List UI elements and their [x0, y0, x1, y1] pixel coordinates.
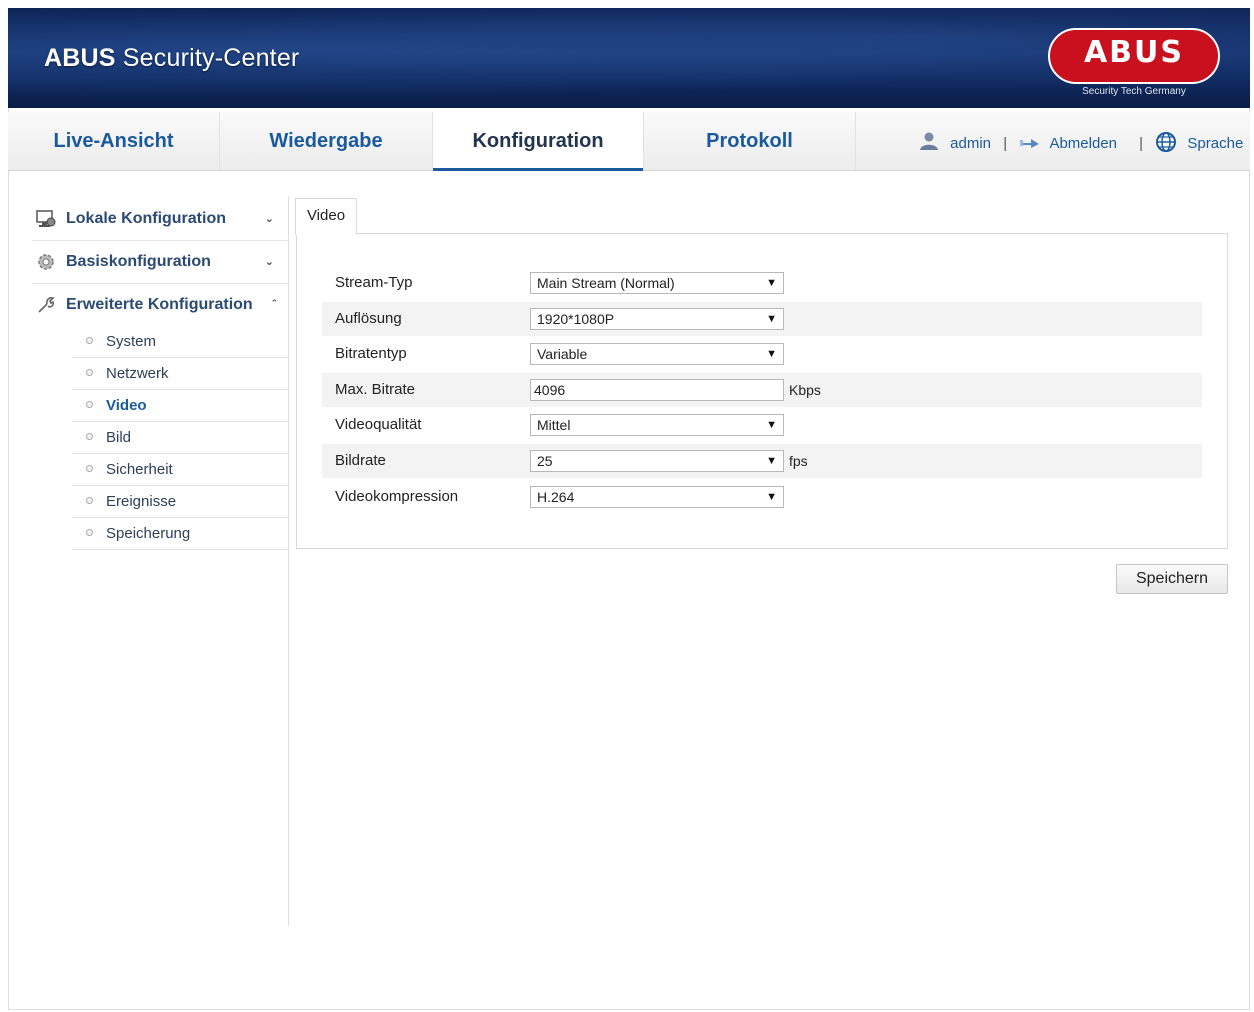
select-value: Variable [537, 346, 588, 362]
user-menu: admin | Abmelden | Sprache [918, 131, 1243, 153]
select-value: H.264 [537, 489, 575, 505]
dropdown-arrow-icon: ▼ [766, 491, 777, 503]
user-name[interactable]: admin [950, 135, 991, 152]
bullet-icon [86, 337, 93, 344]
sidebar-item-label: Bild [106, 429, 132, 446]
chevron-up-icon: ˆ [272, 299, 276, 311]
form-row-bitratentyp: Bitratentyp Variable ▼ [322, 337, 1202, 371]
bullet-icon [86, 497, 93, 504]
form-row-max-bitrate: Max. Bitrate 4096 Kbps [322, 373, 1202, 407]
field-label: Bildrate [335, 452, 386, 469]
sidebar-item-label: Netzwerk [106, 365, 169, 382]
tab-konfiguration[interactable]: Konfiguration [433, 112, 644, 171]
local-config-icon [36, 210, 56, 227]
video-compression-select[interactable]: H.264 ▼ [530, 486, 784, 508]
bullet-icon [86, 401, 93, 408]
field-label: Videokompression [335, 488, 459, 505]
wrench-icon [38, 297, 55, 313]
field-label: Auflösung [335, 310, 402, 327]
bullet-icon [86, 465, 93, 472]
select-value: 1920*1080P [537, 311, 615, 327]
logo-text: ABUS [1083, 35, 1185, 70]
form-row-stream-typ: Stream-Typ Main Stream (Normal) ▼ [322, 266, 1202, 300]
dropdown-arrow-icon: ▼ [766, 277, 777, 289]
bullet-icon [86, 529, 93, 536]
select-value: 25 [537, 453, 553, 469]
sidebar: Lokale Konfiguration ⌄ Basiskonfiguratio… [32, 198, 288, 550]
sidebar-item-video[interactable]: Video [72, 390, 288, 422]
gear-icon [38, 254, 54, 270]
dropdown-arrow-icon: ▼ [766, 348, 777, 360]
stream-type-select[interactable]: Main Stream (Normal) ▼ [530, 272, 784, 294]
dropdown-arrow-icon: ▼ [766, 313, 777, 325]
lang-separator: | [1139, 135, 1144, 152]
chevron-down-icon: ⌄ [264, 256, 274, 268]
sidebar-group-erweiterte-konfiguration[interactable]: Erweiterte Konfiguration ˆ [32, 284, 288, 326]
save-button[interactable]: Speichern [1116, 564, 1228, 594]
form-row-aufloesung: Auflösung 1920*1080P ▼ [322, 302, 1202, 336]
sidebar-item-label: Ereignisse [106, 493, 177, 510]
form-row-videokompression: Videokompression H.264 ▼ [322, 480, 1202, 514]
sidebar-group-label: Erweiterte Konfiguration [66, 296, 253, 313]
bitrate-type-select[interactable]: Variable ▼ [530, 343, 784, 365]
sidebar-item-netzwerk[interactable]: Netzwerk [72, 358, 288, 390]
tab-live-ansicht[interactable]: Live-Ansicht [8, 112, 220, 170]
chevron-down-icon: ⌄ [264, 213, 274, 225]
unit-label: Kbps [789, 382, 821, 398]
logout-link[interactable]: Abmelden [1049, 135, 1117, 152]
logout-icon [1020, 139, 1040, 148]
select-value: Mittel [537, 417, 571, 433]
sidebar-item-label: Video [106, 397, 147, 414]
globe-icon [1156, 132, 1177, 152]
app-title-suffix: Security-Center [115, 44, 300, 72]
abus-logo: ABUS [1048, 28, 1220, 84]
sidebar-group-basiskonfiguration[interactable]: Basiskonfiguration ⌄ [32, 241, 288, 284]
form-row-videoqualitaet: Videoqualität Mittel ▼ [322, 408, 1202, 442]
sidebar-group-label: Lokale Konfiguration [66, 210, 226, 227]
field-label: Videoqualität [335, 416, 422, 433]
field-label: Stream-Typ [335, 274, 413, 291]
max-bitrate-input[interactable]: 4096 [530, 379, 784, 401]
bullet-icon [86, 369, 93, 376]
logo-tagline: Security Tech Germany [1082, 86, 1186, 97]
sidebar-item-system[interactable]: System [72, 326, 288, 358]
sidebar-item-ereignisse[interactable]: Ereignisse [72, 486, 288, 518]
dropdown-arrow-icon: ▼ [766, 455, 777, 467]
form-row-bildrate: Bildrate 25 ▼ fps [322, 444, 1202, 478]
user-icon [920, 132, 938, 150]
sidebar-item-label: Sicherheit [106, 461, 173, 478]
user-separator: | [1003, 135, 1008, 152]
app-title: ABUS Security-Center [44, 44, 299, 73]
tab-video[interactable]: Video [295, 198, 357, 235]
language-link[interactable]: Sprache [1187, 135, 1243, 152]
field-label: Bitratentyp [335, 345, 407, 362]
tab-wiedergabe[interactable]: Wiedergabe [220, 112, 433, 170]
sidebar-item-label: System [106, 333, 157, 350]
select-value: Main Stream (Normal) [537, 275, 675, 291]
frame-rate-select[interactable]: 25 ▼ [530, 450, 784, 472]
app-title-brand: ABUS [44, 44, 116, 72]
sidebar-item-bild[interactable]: Bild [72, 422, 288, 454]
video-quality-select[interactable]: Mittel ▼ [530, 414, 784, 436]
app-header: ABUS Security-Center ABUS Security Tech … [8, 8, 1250, 108]
resolution-select[interactable]: 1920*1080P ▼ [530, 308, 784, 330]
tab-protokoll[interactable]: Protokoll [644, 112, 856, 170]
sidebar-group-lokale-konfiguration[interactable]: Lokale Konfiguration ⌄ [32, 198, 288, 241]
sidebar-item-label: Speicherung [106, 525, 191, 542]
sidebar-item-sicherheit[interactable]: Sicherheit [72, 454, 288, 486]
sidebar-item-speicherung[interactable]: Speicherung [72, 518, 288, 550]
bullet-icon [86, 433, 93, 440]
sidebar-group-label: Basiskonfiguration [66, 253, 211, 270]
field-label: Max. Bitrate [335, 381, 416, 398]
unit-label: fps [789, 453, 808, 469]
sidebar-divider [288, 196, 289, 926]
dropdown-arrow-icon: ▼ [766, 419, 777, 431]
